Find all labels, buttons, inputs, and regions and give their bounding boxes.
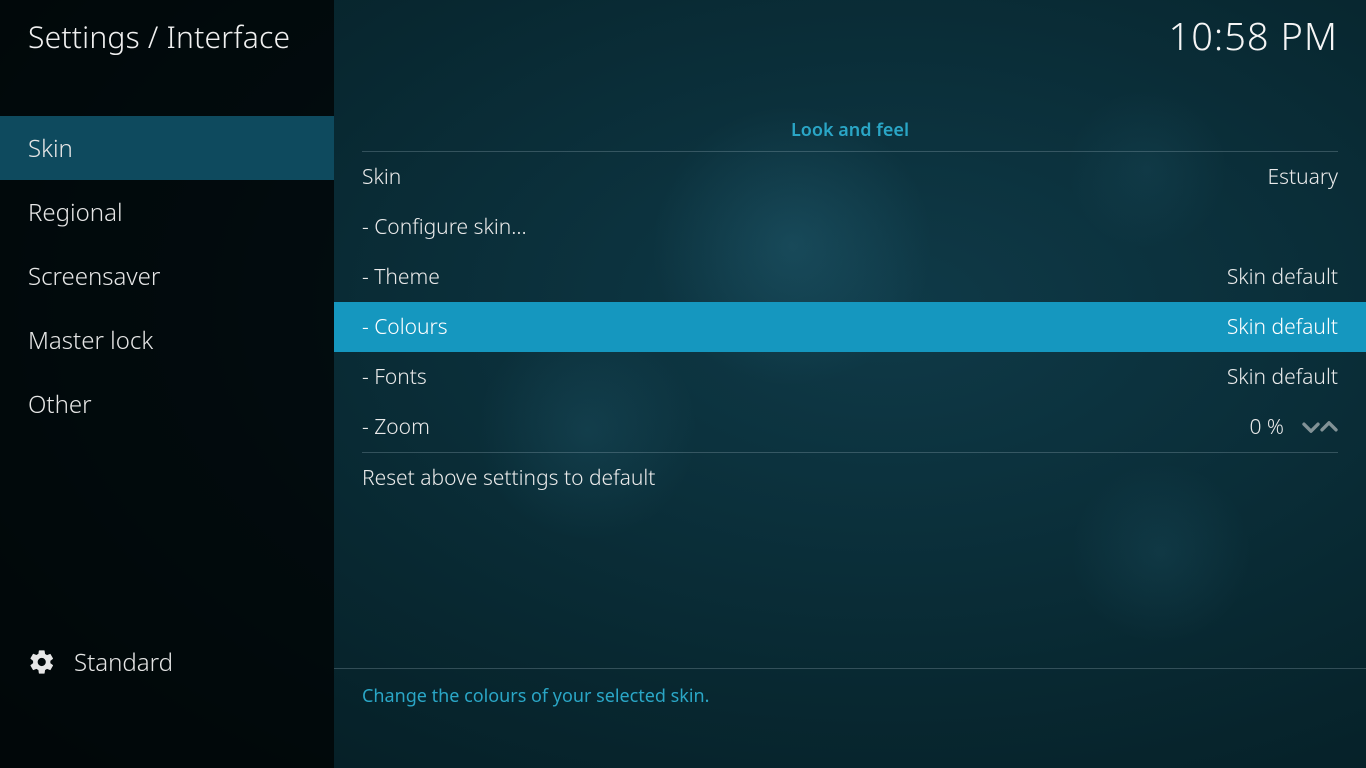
setting-value: Skin default [1227,313,1338,341]
setting-value: Estuary [1268,163,1339,191]
chevron-up-icon[interactable] [1320,420,1338,434]
spinner-control[interactable] [1302,420,1338,434]
sidebar-item-label: Other [28,388,92,421]
help-bar: Change the colours of your selected skin… [334,668,1366,722]
setting-label: - Configure skin... [362,213,527,241]
setting-fonts[interactable]: - Fonts Skin default [334,352,1366,402]
setting-reset-defaults[interactable]: Reset above settings to default [334,453,1366,503]
help-text: Change the colours of your selected skin… [362,684,710,708]
setting-label: Reset above settings to default [362,464,655,492]
sidebar-item-master-lock[interactable]: Master lock [0,308,334,372]
sidebar-item-label: Screensaver [28,260,160,293]
sidebar-item-regional[interactable]: Regional [0,180,334,244]
sidebar-item-label: Skin [28,132,73,165]
sidebar-item-other[interactable]: Other [0,372,334,436]
sidebar-item-skin[interactable]: Skin [0,116,334,180]
gear-icon [28,648,56,676]
setting-zoom[interactable]: - Zoom 0 % [334,402,1366,452]
settings-interface-screen: Skin Regional Screensaver Master lock Ot… [0,0,1366,768]
setting-value: Skin default [1227,263,1338,291]
setting-skin[interactable]: Skin Estuary [334,152,1366,202]
header: Settings / Interface 10:58 PM [0,0,1366,72]
breadcrumb: Settings / Interface [28,16,290,57]
setting-theme[interactable]: - Theme Skin default [334,252,1366,302]
setting-label: - Fonts [362,363,427,391]
sidebar: Skin Regional Screensaver Master lock Ot… [0,0,334,768]
section-header: Look and feel [362,116,1338,152]
sidebar-item-label: Regional [28,196,123,229]
sidebar-item-screensaver[interactable]: Screensaver [0,244,334,308]
clock: 10:58 PM [1169,10,1338,62]
setting-value: Skin default [1227,363,1338,391]
setting-label: - Zoom [362,413,430,441]
setting-value: 0 % [1249,413,1284,441]
settings-level-button[interactable]: Standard [0,630,334,694]
setting-colours[interactable]: - Colours Skin default [334,302,1366,352]
setting-label: Skin [362,163,401,191]
setting-label: - Colours [362,313,448,341]
setting-label: - Theme [362,263,440,291]
sidebar-item-label: Master lock [28,324,153,357]
chevron-down-icon[interactable] [1302,420,1320,434]
settings-level-label: Standard [74,646,173,679]
setting-configure-skin[interactable]: - Configure skin... [334,202,1366,252]
